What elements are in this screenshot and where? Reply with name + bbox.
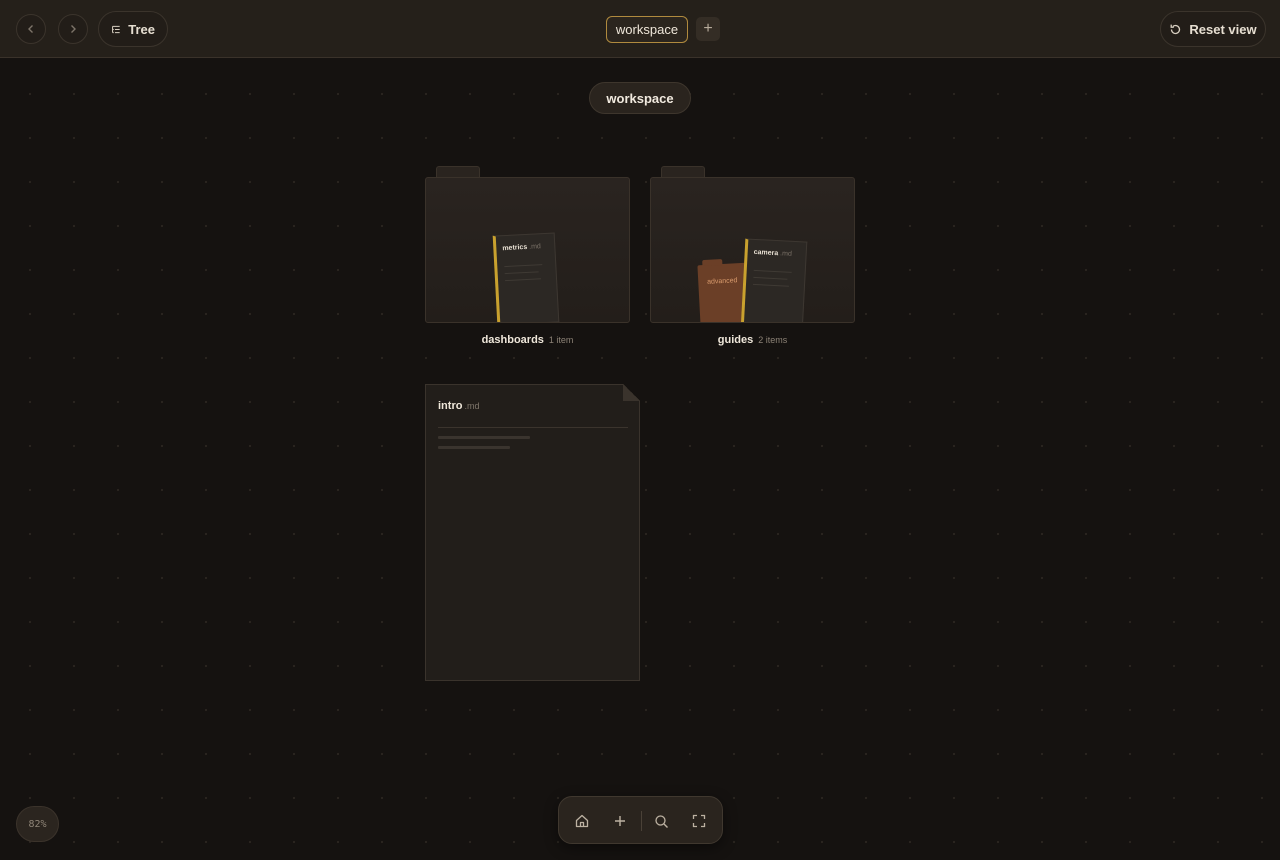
- home-icon: [575, 814, 589, 828]
- document-divider: [438, 427, 628, 428]
- tree-button-label: Tree: [128, 21, 155, 37]
- folder-name: dashboards: [481, 334, 544, 346]
- reset-view-button[interactable]: Reset view: [1160, 11, 1266, 47]
- preview-doc-title: camera .md: [753, 248, 792, 258]
- preview-text-line: [504, 264, 543, 268]
- tab-workspace[interactable]: workspace: [606, 16, 688, 43]
- document-text-line: [438, 446, 510, 449]
- add-tab-button[interactable]: +: [696, 17, 720, 41]
- rotate-ccw-icon: [1170, 24, 1181, 34]
- document-title: intro .md: [438, 400, 480, 412]
- preview-doc-camera: camera .md: [740, 238, 808, 322]
- folder-dashboards[interactable]: metrics .md: [425, 166, 630, 326]
- home-button[interactable]: [569, 808, 595, 834]
- tree-list-icon: [112, 25, 120, 33]
- folder-item-count: 1 item: [548, 335, 574, 345]
- chevron-right-icon: [71, 25, 76, 33]
- preview-doc-title: metrics .md: [502, 243, 542, 253]
- subfolder-tab: [702, 258, 723, 267]
- top-bar: Tree workspace + Reset view: [0, 0, 1280, 58]
- add-button[interactable]: [607, 808, 633, 834]
- reset-view-label: Reset view: [1189, 21, 1257, 37]
- plus-icon: [615, 816, 625, 826]
- folder-caption-dashboards: dashboards 1 item: [425, 334, 630, 346]
- tree-button[interactable]: Tree: [98, 11, 168, 47]
- folder-body: metrics .md: [425, 177, 630, 323]
- fullscreen-icon: [692, 814, 706, 828]
- bottom-toolbar: [558, 796, 723, 844]
- back-button[interactable]: [16, 14, 46, 44]
- folder-caption-guides: guides 2 items: [650, 334, 855, 346]
- folder-guides[interactable]: advanced camera .md: [650, 166, 855, 326]
- chevron-left-icon: [28, 25, 33, 33]
- search-icon: [654, 814, 668, 828]
- preview-text-line: [753, 276, 788, 280]
- root-folder-label[interactable]: workspace: [589, 82, 691, 114]
- folder-name: guides: [717, 334, 754, 346]
- preview-text-line: [505, 278, 542, 282]
- preview-doc-metrics: metrics .md: [492, 232, 560, 322]
- preview-text-line: [504, 271, 539, 275]
- document-text-line: [438, 436, 530, 439]
- search-button[interactable]: [648, 808, 674, 834]
- preview-text-line: [753, 269, 792, 273]
- preview-subfolder-label: advanced: [706, 277, 738, 286]
- folder-item-count: 2 items: [758, 335, 788, 345]
- folder-body: advanced camera .md: [650, 177, 855, 323]
- canvas-background[interactable]: [0, 58, 1280, 860]
- forward-button[interactable]: [58, 14, 88, 44]
- fullscreen-button[interactable]: [686, 808, 712, 834]
- zoom-level-badge[interactable]: 82%: [16, 806, 59, 842]
- document-corner-fold: [623, 384, 640, 401]
- toolbar-separator: [641, 811, 642, 831]
- preview-text-line: [752, 283, 789, 287]
- document-intro[interactable]: intro .md: [425, 384, 640, 681]
